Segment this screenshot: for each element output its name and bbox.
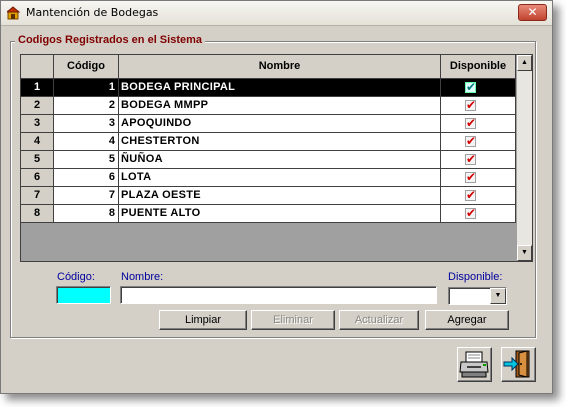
checkbox[interactable]: ✔ — [465, 188, 477, 202]
checkbox[interactable]: ✔ — [465, 134, 477, 148]
limpiar-button[interactable]: Limpiar — [159, 310, 247, 330]
row-number-cell[interactable]: 1 — [21, 79, 54, 97]
app-icon — [7, 6, 21, 20]
chevron-down-icon[interactable]: ▼ — [490, 288, 506, 304]
disponible-label: Disponible: — [448, 271, 503, 283]
header-nombre[interactable]: Nombre — [119, 55, 441, 79]
records-grid[interactable]: Código Nombre Disponible 1 1 BODEGA PRINCI… — [20, 54, 533, 262]
checkmark-icon: ✔ — [466, 152, 477, 166]
checkmark-icon: ✔ — [466, 188, 477, 202]
row-number-cell[interactable]: 6 — [21, 169, 54, 187]
exit-button[interactable] — [501, 347, 536, 382]
codigo-cell[interactable]: 3 — [54, 115, 119, 133]
nombre-label: Nombre: — [121, 271, 164, 283]
table-row[interactable]: 8 8 PUENTE ALTO ✔ — [21, 205, 516, 223]
checkmark-icon: ✔ — [466, 98, 477, 112]
disponible-select[interactable]: ▼ — [448, 287, 507, 305]
checkmark-icon: ✔ — [466, 116, 477, 130]
disponible-cell[interactable]: ✔ — [441, 97, 516, 115]
checkmark-icon: ✔ — [466, 80, 477, 94]
nombre-cell[interactable]: LOTA — [119, 169, 441, 187]
codigo-cell[interactable]: 8 — [54, 205, 119, 223]
disponible-cell[interactable]: ✔ — [441, 151, 516, 169]
table-row[interactable]: 1 1 BODEGA PRINCIPAL ✔ — [21, 79, 516, 97]
nombre-cell[interactable]: PUENTE ALTO — [119, 205, 441, 223]
checkmark-icon: ✔ — [466, 206, 477, 220]
row-number-cell[interactable]: 3 — [21, 115, 54, 133]
scroll-up-button[interactable]: ▲ — [517, 55, 532, 71]
codigo-cell[interactable]: 1 — [54, 79, 119, 97]
disponible-cell[interactable]: ✔ — [441, 133, 516, 151]
disponible-cell[interactable]: ✔ — [441, 169, 516, 187]
disponible-cell[interactable]: ✔ — [441, 205, 516, 223]
checkbox[interactable]: ✔ — [465, 80, 477, 94]
group-title: Codigos Registrados en el Sistema — [15, 34, 205, 46]
header-disponible[interactable]: Disponible — [441, 55, 516, 79]
window-title: Mantención de Bodegas — [26, 6, 159, 19]
checkbox[interactable]: ✔ — [465, 206, 477, 220]
nombre-cell[interactable]: CHESTERTON — [119, 133, 441, 151]
print-button[interactable] — [457, 347, 492, 382]
disponible-cell[interactable]: ✔ — [441, 187, 516, 205]
nombre-cell[interactable]: BODEGA PRINCIPAL — [119, 79, 441, 97]
actualizar-button[interactable]: Actualizar — [339, 310, 419, 330]
title-bar[interactable]: Mantención de Bodegas ✕ — [1, 1, 552, 26]
scroll-down-button[interactable]: ▼ — [517, 245, 532, 261]
printer-icon — [459, 351, 489, 378]
checkbox[interactable]: ✔ — [465, 152, 477, 166]
table-row[interactable]: 6 6 LOTA ✔ — [21, 169, 516, 187]
codigo-label: Código: — [57, 271, 95, 283]
grid-scrollbar[interactable]: ▲ ▼ — [516, 55, 532, 261]
table-row[interactable]: 3 3 APOQUINDO ✔ — [21, 115, 516, 133]
row-number-cell[interactable]: 8 — [21, 205, 54, 223]
header-corner — [21, 55, 54, 79]
grid-body: Código Nombre Disponible 1 1 BODEGA PRINCI… — [21, 55, 516, 261]
codigo-cell[interactable]: 2 — [54, 97, 119, 115]
row-number-cell[interactable]: 2 — [21, 97, 54, 115]
codigo-cell[interactable]: 6 — [54, 169, 119, 187]
nombre-cell[interactable]: ÑUÑOA — [119, 151, 441, 169]
codigo-cell[interactable]: 5 — [54, 151, 119, 169]
nombre-input[interactable] — [120, 286, 437, 304]
checkmark-icon: ✔ — [466, 134, 477, 148]
eliminar-button[interactable]: Eliminar — [251, 310, 335, 330]
close-button[interactable]: ✕ — [518, 4, 547, 21]
nombre-cell[interactable]: PLAZA OESTE — [119, 187, 441, 205]
row-number-cell[interactable]: 7 — [21, 187, 54, 205]
agregar-button[interactable]: Agregar — [425, 310, 509, 330]
row-number-cell[interactable]: 4 — [21, 133, 54, 151]
main-window: Mantención de Bodegas ✕ Codigos Registra… — [0, 0, 553, 394]
table-row[interactable]: 4 4 CHESTERTON ✔ — [21, 133, 516, 151]
exit-door-icon — [503, 350, 530, 378]
checkbox[interactable]: ✔ — [465, 98, 477, 112]
table-row[interactable]: 5 5 ÑUÑOA ✔ — [21, 151, 516, 169]
disponible-cell[interactable]: ✔ — [441, 79, 516, 97]
nombre-cell[interactable]: APOQUINDO — [119, 115, 441, 133]
table-row[interactable]: 7 7 PLAZA OESTE ✔ — [21, 187, 516, 205]
codigo-cell[interactable]: 7 — [54, 187, 119, 205]
codigo-input[interactable] — [56, 286, 111, 304]
checkbox[interactable]: ✔ — [465, 170, 477, 184]
disponible-cell[interactable]: ✔ — [441, 115, 516, 133]
checkmark-icon: ✔ — [466, 170, 477, 184]
nombre-cell[interactable]: BODEGA MMPP — [119, 97, 441, 115]
checkbox[interactable]: ✔ — [465, 116, 477, 130]
row-number-cell[interactable]: 5 — [21, 151, 54, 169]
header-codigo[interactable]: Código — [54, 55, 119, 79]
codigo-cell[interactable]: 4 — [54, 133, 119, 151]
table-row[interactable]: 2 2 BODEGA MMPP ✔ — [21, 97, 516, 115]
